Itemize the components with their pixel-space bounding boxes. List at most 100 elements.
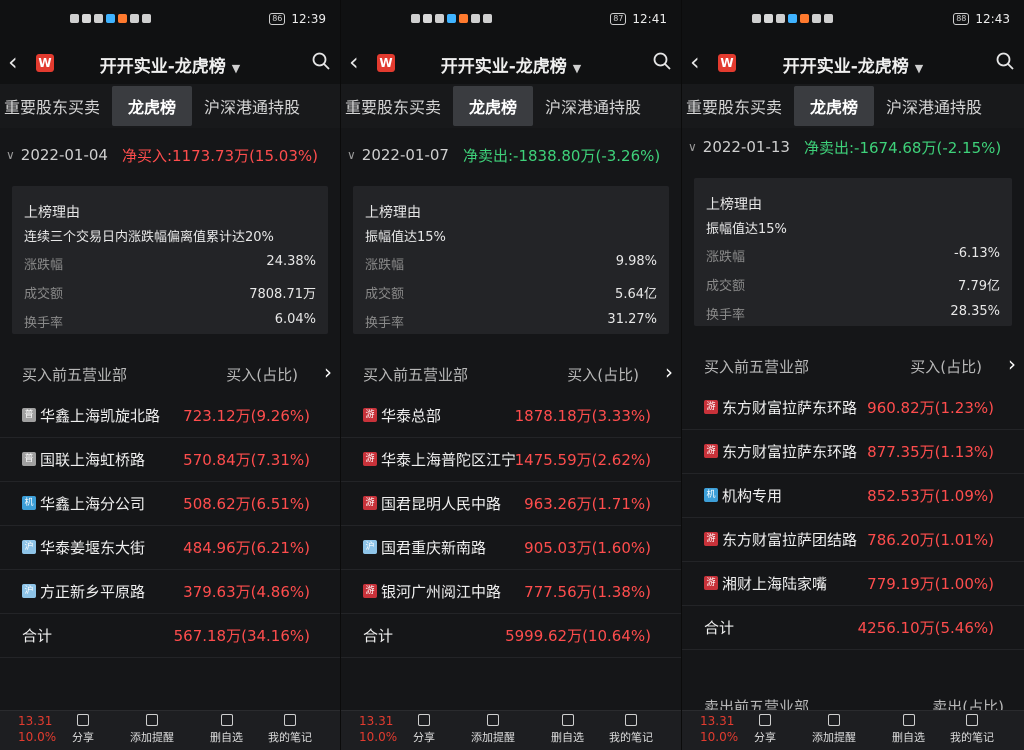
buy-section-header[interactable]: 买入前五营业部 买入(占比) › (682, 348, 1024, 384)
footer-button[interactable]: 分享 (413, 714, 435, 745)
broker-tag-icon: 沪 (22, 540, 36, 554)
footer-button[interactable]: 我的笔记 (268, 714, 312, 745)
footer-label: 添加提醒 (471, 731, 515, 744)
broker-name: 国君重庆新南路 (381, 539, 487, 557)
battery-level: 87 (610, 13, 627, 25)
footer-icon (902, 714, 915, 726)
broker-value: 779.19万(1.00%) (867, 575, 994, 593)
phone-panel: 86 12:39 ‹ W 开开实业-龙虎榜 ▼ 重要股东买卖 龙虎榜 沪深港通持股 ∨ 2022-0… (0, 0, 341, 750)
footer-button[interactable]: 删自选 (210, 714, 243, 745)
footer-icon (561, 714, 574, 726)
broker-tag-icon: 沪 (363, 540, 377, 554)
broker-value: 570.84万(7.31%) (183, 451, 310, 469)
total-label: 合计 (704, 619, 735, 637)
chevron-down-icon: ∨ (688, 140, 697, 154)
metric-value: 31.27% (607, 312, 657, 327)
status-bar: 87 12:41 (341, 0, 681, 40)
page-title[interactable]: 开开实业-龙虎榜 ▼ (341, 52, 681, 77)
broker-name: 东方财富拉萨团结路 (722, 531, 858, 549)
date-label: 2022-01-13 (702, 138, 790, 156)
total-value: 4256.10万(5.46%) (857, 619, 994, 637)
broker-row[interactable]: 游华泰上海普陀区江宁 1475.59万(2.62%) (341, 438, 681, 482)
broker-row[interactable]: 沪方正新乡平原路 379.63万(4.86%) (0, 570, 340, 614)
metric-label: 涨跌幅 (24, 258, 64, 273)
page-title[interactable]: 开开实业-龙虎榜 ▼ (682, 52, 1024, 77)
tab-0[interactable]: 重要股东买卖 (341, 94, 453, 118)
total-row: 合计 567.18万(34.16%) (0, 614, 340, 658)
tab-0[interactable]: 重要股东买卖 (0, 94, 112, 118)
price-value: 13.31 (700, 714, 735, 728)
broker-row[interactable]: 游东方财富拉萨东环路 960.82万(1.23%) (682, 386, 1024, 430)
broker-name: 湘财上海陆家嘴 (722, 575, 828, 593)
net-amount: 净卖出:-1838.80万(-3.26%) (462, 146, 661, 165)
tab-2[interactable]: 沪深港通持股 (192, 94, 312, 118)
footer-button[interactable]: 分享 (754, 714, 776, 745)
nav-bar: ‹ W 开开实业-龙虎榜 ▼ (682, 40, 1024, 84)
reason-box: 上榜理由 振幅值达15% 涨跌幅 9.98% 成交额 5.64亿 换手率 31.27% (353, 186, 669, 334)
footer-button[interactable]: 添加提醒 (812, 714, 856, 745)
footer-button[interactable]: 我的笔记 (609, 714, 653, 745)
total-row: 合计 4256.10万(5.46%) (682, 606, 1024, 650)
clock: 12:39 (291, 12, 326, 26)
net-amount: 净买入:1173.73万(15.03%) (121, 146, 318, 165)
tab-1[interactable]: 龙虎榜 (112, 86, 193, 126)
tab-1[interactable]: 龙虎榜 (453, 86, 534, 126)
broker-row[interactable]: 游东方财富拉萨东环路 877.35万(1.13%) (682, 430, 1024, 474)
broker-row[interactable]: 游东方财富拉萨团结路 786.20万(1.01%) (682, 518, 1024, 562)
footer-icon (759, 714, 771, 726)
broker-row[interactable]: 普国联上海虹桥路 570.84万(7.31%) (0, 438, 340, 482)
date-row[interactable]: ∨ 2022-01-07 净卖出:-1838.80万(-3.26%) (341, 138, 681, 172)
chevron-right-icon: › (1008, 352, 1016, 376)
broker-row[interactable]: 沪华泰姜堰东大街 484.96万(6.21%) (0, 526, 340, 570)
broker-row[interactable]: 机华鑫上海分公司 508.62万(6.51%) (0, 482, 340, 526)
broker-value: 1475.59万(2.62%) (514, 451, 651, 469)
phone-panel: 88 12:43 ‹ W 开开实业-龙虎榜 ▼ 重要股东买卖 龙虎榜 沪深港通持股 ∨ 2022-0… (682, 0, 1024, 750)
broker-tag-icon: 游 (704, 444, 718, 458)
broker-tag-icon: 游 (363, 584, 377, 598)
page-title-text: 开开实业-龙虎榜 (782, 57, 909, 77)
price-value: 13.31 (18, 714, 53, 728)
broker-tag-icon: 游 (363, 452, 377, 466)
broker-tag-icon: 游 (704, 576, 718, 590)
status-right: 86 12:39 (269, 12, 326, 26)
broker-row[interactable]: 机机构专用 852.53万(1.09%) (682, 474, 1024, 518)
date-row[interactable]: ∨ 2022-01-04 净买入:1173.73万(15.03%) (0, 138, 340, 172)
search-icon[interactable] (312, 52, 330, 70)
footer-label: 删自选 (210, 731, 243, 744)
broker-value: 905.03万(1.60%) (524, 539, 651, 557)
reason-text: 连续三个交易日内涨跌幅偏离值累计达20% (24, 230, 274, 245)
broker-tag-icon: 机 (704, 488, 718, 502)
date-row[interactable]: ∨ 2022-01-13 净卖出:-1674.68万(-2.15%) (682, 130, 1024, 164)
footer-button[interactable]: 删自选 (892, 714, 925, 745)
broker-row[interactable]: 游湘财上海陆家嘴 779.19万(1.00%) (682, 562, 1024, 606)
price-change: 10.0% (700, 730, 739, 744)
tab-bar: 重要股东买卖 龙虎榜 沪深港通持股 (682, 84, 1024, 128)
footer-button[interactable]: 添加提醒 (130, 714, 174, 745)
broker-name: 华泰上海普陀区江宁 (381, 451, 517, 469)
search-icon[interactable] (996, 52, 1014, 70)
buy-section-header[interactable]: 买入前五营业部 买入(占比) › (341, 356, 681, 392)
tab-2[interactable]: 沪深港通持股 (874, 94, 994, 118)
broker-row[interactable]: 游银河广州阅江中路 777.56万(1.38%) (341, 570, 681, 614)
footer-button[interactable]: 我的笔记 (950, 714, 994, 745)
broker-row[interactable]: 沪国君重庆新南路 905.03万(1.60%) (341, 526, 681, 570)
search-icon[interactable] (653, 52, 671, 70)
broker-row[interactable]: 游国君昆明人民中路 963.26万(1.71%) (341, 482, 681, 526)
screenshot-stage: 86 12:39 ‹ W 开开实业-龙虎榜 ▼ 重要股东买卖 龙虎榜 沪深港通持股 ∨ 2022-0… (0, 0, 1024, 750)
broker-name: 东方财富拉萨东环路 (722, 443, 858, 461)
tab-0[interactable]: 重要股东买卖 (682, 94, 794, 118)
price-value: 13.31 (359, 714, 394, 728)
status-bar: 88 12:43 (682, 0, 1024, 40)
broker-name: 国君昆明人民中路 (381, 495, 502, 513)
footer-button[interactable]: 删自选 (551, 714, 584, 745)
tab-2[interactable]: 沪深港通持股 (533, 94, 653, 118)
page-title[interactable]: 开开实业-龙虎榜 ▼ (0, 52, 340, 77)
broker-name: 华泰总部 (381, 407, 442, 425)
footer-button[interactable]: 分享 (72, 714, 94, 745)
broker-row[interactable]: 游华泰总部 1878.18万(3.33%) (341, 394, 681, 438)
tab-1[interactable]: 龙虎榜 (794, 86, 875, 126)
status-icons (70, 14, 151, 23)
buy-section-header[interactable]: 买入前五营业部 买入(占比) › (0, 356, 340, 392)
footer-button[interactable]: 添加提醒 (471, 714, 515, 745)
broker-row[interactable]: 普华鑫上海凯旋北路 723.12万(9.26%) (0, 394, 340, 438)
